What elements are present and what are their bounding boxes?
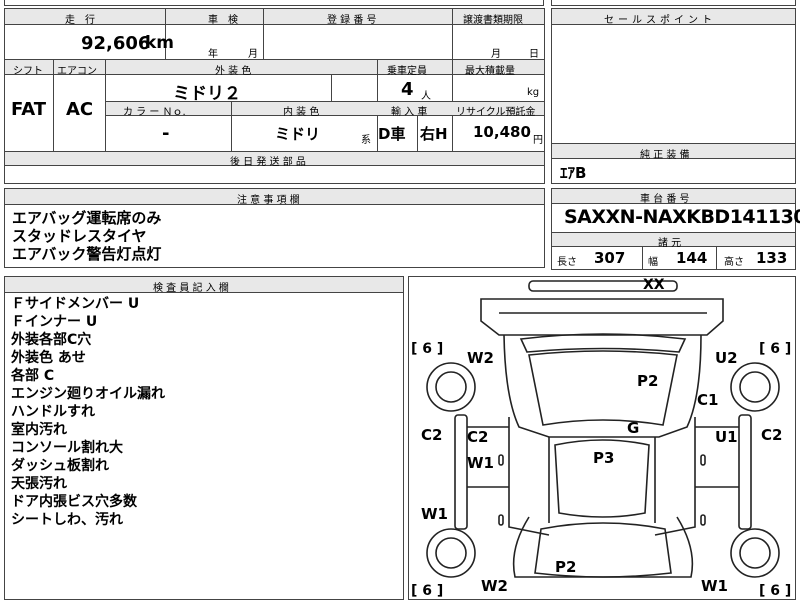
mark-p2-front: P2 [637, 372, 659, 390]
mark-w1-rear: W1 [701, 577, 728, 595]
top-cut-right [551, 0, 796, 6]
load-unit: kg [527, 87, 540, 98]
tire-fl-label: [ 6 ] [411, 341, 444, 357]
genuine-label: 純 正 装 備 [640, 150, 690, 161]
load-label: 最大積載量 [465, 66, 515, 77]
inspector-line: ダッシュ板割れ [11, 458, 109, 474]
mark-c1: C1 [697, 391, 719, 409]
damage-diagram-box: XX [ 6 ] [ 6 ] [ 6 ] [ 6 ] W2 U2 P2 C1 G… [408, 276, 796, 600]
inspection-month: 月 [248, 49, 258, 60]
inspector-line: コンソール割れ大 [11, 440, 123, 456]
import-label: 輸 入 車 [391, 107, 428, 118]
recycle-unit: 円 [533, 135, 543, 146]
shift-value: FAT [11, 99, 47, 120]
inspection-label: 車 検 [208, 15, 238, 26]
chassis-box: 車 台 番 号 SAXXN-NAXKBD141130 諸 元 長さ 307 幅 … [551, 188, 800, 270]
chassis-label: 車 台 番 号 [640, 194, 690, 205]
parts-label: 後 日 発 送 部 品 [230, 157, 306, 168]
genuine-value: ｴｱB [560, 164, 587, 182]
inspector-line: 各部 C [11, 368, 55, 384]
mark-p2-rear: P2 [555, 558, 577, 576]
width-value: 144 [676, 249, 708, 267]
inspector-line: 天張汚れ [11, 476, 67, 492]
mark-w2-rear: W2 [481, 577, 508, 595]
height-label: 高さ [724, 257, 744, 268]
caution-line: エアバック警告灯点灯 [12, 245, 162, 263]
chassis-number: SAXXN-NAXKBD141130 [564, 206, 800, 228]
tire-rr-label: [ 6 ] [759, 583, 792, 599]
sales-point-box: セールスポイント 純 正 装 備 ｴｱB [551, 8, 796, 184]
mark-g: G [627, 419, 640, 437]
registration-label: 登 録 番 号 [327, 15, 377, 26]
colorno-label: カ ラ ー Ｎｏ. [123, 107, 186, 118]
mark-p3: P3 [593, 449, 615, 467]
inspector-line: ハンドルすれ [11, 404, 95, 420]
inspector-notes-box: 検 査 員 記 入 欄 Ｆサイドメンバー U Ｆインナー U 外装各部C穴 外装… [4, 276, 404, 600]
mark-w1-left: W1 [421, 505, 448, 523]
inspector-line: 室内汚れ [11, 422, 67, 438]
spec-label: 諸 元 [658, 238, 682, 249]
interior-unit: 系 [361, 135, 371, 146]
vehicle-info-table: 走 行 車 検 登 録 番 号 譲渡書類期限 92,606 km 年 月 月 日… [4, 8, 545, 184]
import-drive: D車 [378, 125, 406, 143]
transfer-label: 譲渡書類期限 [463, 15, 523, 26]
ac-value: AC [66, 99, 94, 120]
caution-label: 注 意 事 項 欄 [237, 195, 300, 206]
mileage-value: 92,606 [81, 33, 151, 54]
inspector-line: Ｆインナー U [11, 314, 98, 330]
recycle-label: リサイクル預託金 [456, 107, 536, 118]
mark-c2-left: C2 [421, 426, 443, 444]
inspector-label: 検 査 員 記 入 欄 [153, 283, 229, 294]
caution-line: エアバッグ運転席のみ [12, 209, 162, 227]
mileage-unit: km [145, 33, 175, 53]
inspector-line: 外装各部C穴 [11, 332, 92, 348]
colorno-value: - [162, 123, 170, 144]
width-label: 幅 [648, 257, 658, 268]
interior-label: 内 装 色 [283, 107, 320, 118]
import-steering: 右H [420, 125, 448, 143]
caution-line: スタッドレスタイヤ [12, 227, 147, 245]
ac-label: エアコン [57, 66, 97, 77]
length-value: 307 [594, 249, 626, 267]
mark-c2-right: C2 [761, 426, 783, 444]
sales-point-label: セールスポイント [604, 15, 716, 26]
caution-box: 注 意 事 項 欄 エアバッグ運転席のみ スタッドレスタイヤ エアバック警告灯点… [4, 188, 545, 268]
inspector-line: 外装色 あせ [11, 350, 86, 366]
inspector-line: シートしわ、汚れ [11, 512, 123, 528]
interior-value: ミドリ [275, 125, 321, 143]
mark-w1-door: W1 [467, 454, 494, 472]
length-label: 長さ [557, 257, 577, 268]
mark-w2-front: W2 [467, 349, 494, 367]
mark-c2-door: C2 [467, 428, 489, 446]
mark-u1: U1 [715, 428, 738, 446]
capacity-value: 4 [401, 79, 414, 100]
mark-u2-front: U2 [715, 349, 738, 367]
tire-fr-label: [ 6 ] [759, 341, 792, 357]
inspector-line: エンジン廻りオイル漏れ [11, 386, 165, 402]
recycle-value: 10,480 [473, 123, 531, 141]
shift-label: シフト [13, 66, 43, 77]
diagram-top-label: XX [643, 277, 665, 293]
height-value: 133 [756, 249, 788, 267]
inspector-line: ドア内張ビス穴多数 [11, 494, 137, 510]
capacity-label: 乗車定員 [387, 66, 427, 77]
tire-rl-label: [ 6 ] [411, 583, 444, 599]
inspector-line: Ｆサイドメンバー U [11, 296, 140, 312]
top-cut-row [4, 0, 544, 6]
transfer-day: 日 [529, 49, 539, 60]
exterior-label: 外 装 色 [215, 66, 252, 77]
transfer-month: 月 [491, 49, 501, 60]
capacity-unit: 人 [421, 91, 431, 102]
inspection-year: 年 [208, 49, 218, 60]
mileage-label: 走 行 [65, 15, 95, 26]
